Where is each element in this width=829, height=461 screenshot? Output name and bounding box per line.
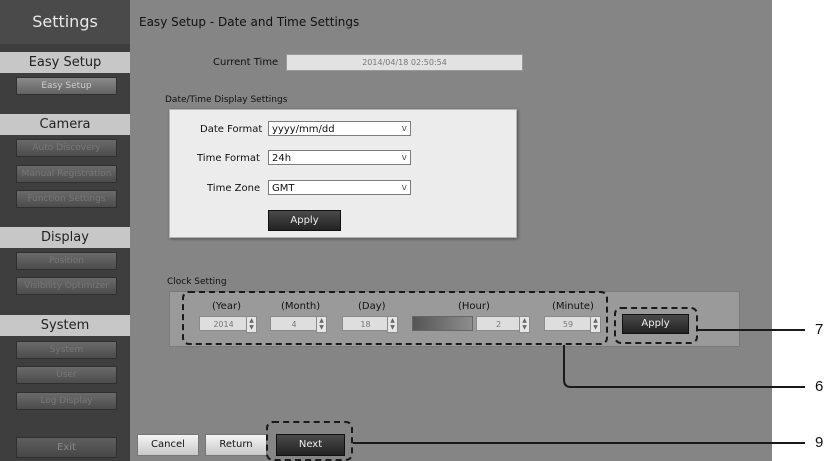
callout-number-9: 9 — [815, 434, 824, 451]
callout-leader-lines — [353, 329, 805, 444]
callout-number-7: 7 — [815, 321, 824, 338]
callout-number-6: 6 — [815, 378, 824, 395]
